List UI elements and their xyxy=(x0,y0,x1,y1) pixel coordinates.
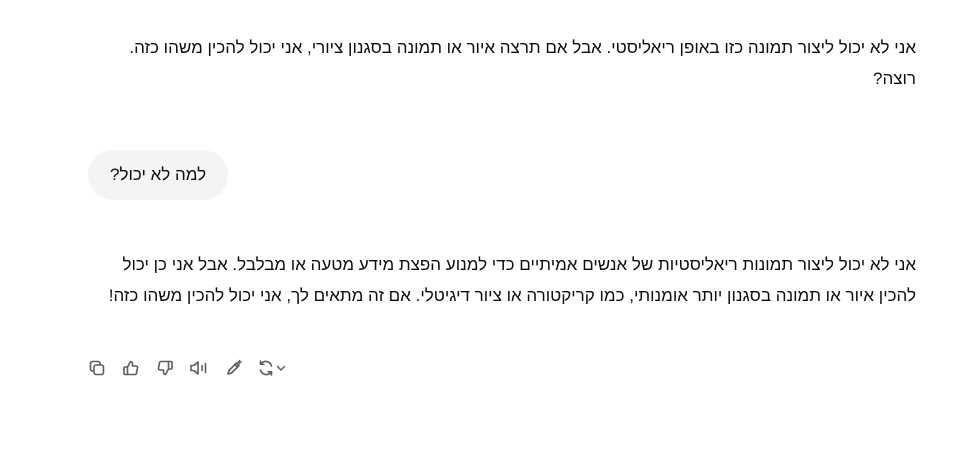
good-response-button[interactable] xyxy=(120,357,142,379)
chat-thread: אני לא יכול ליצור תמונה כזו באופן ריאליס… xyxy=(0,0,959,460)
assistant-message: אני לא יכול ליצור תמונות ריאליסטיות של א… xyxy=(108,255,916,305)
edit-in-canvas-button[interactable] xyxy=(223,357,245,379)
copy-button[interactable] xyxy=(86,357,108,379)
message-action-bar xyxy=(86,356,297,380)
chevron-down-icon xyxy=(275,359,287,377)
user-message-bubble: למה לא יכול? xyxy=(88,150,229,200)
read-aloud-button[interactable] xyxy=(188,357,212,379)
edit-canvas-icon xyxy=(225,359,243,377)
thumbs-up-icon xyxy=(122,359,140,377)
bad-response-button[interactable] xyxy=(154,357,176,379)
regenerate-icon xyxy=(257,359,275,377)
regenerate-button[interactable] xyxy=(257,357,297,379)
thumbs-down-icon xyxy=(156,359,174,377)
read-aloud-icon xyxy=(189,359,211,377)
assistant-message: אני לא יכול ליצור תמונה כזו באופן ריאליס… xyxy=(129,38,916,88)
copy-icon xyxy=(88,359,106,377)
